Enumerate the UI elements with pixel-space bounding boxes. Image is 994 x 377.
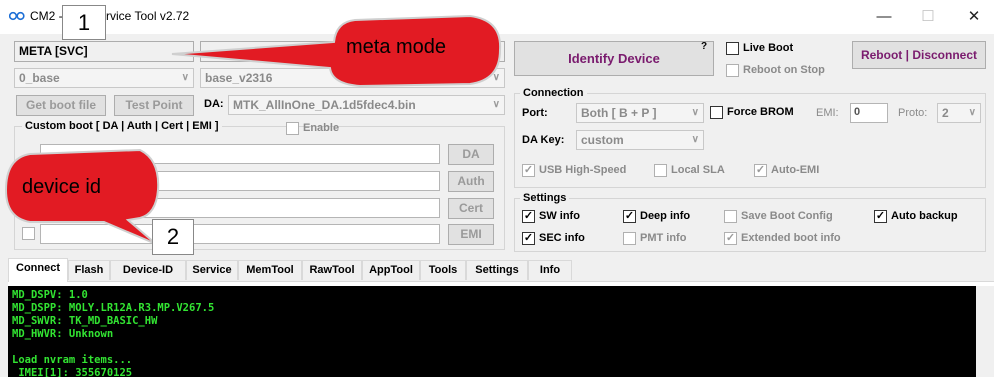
device-id-annotation: device id	[22, 176, 101, 198]
meta-mode-annotation: meta mode	[346, 36, 447, 58]
step-badge-2: 2	[152, 219, 194, 255]
step-badge-1: 1	[62, 5, 106, 40]
